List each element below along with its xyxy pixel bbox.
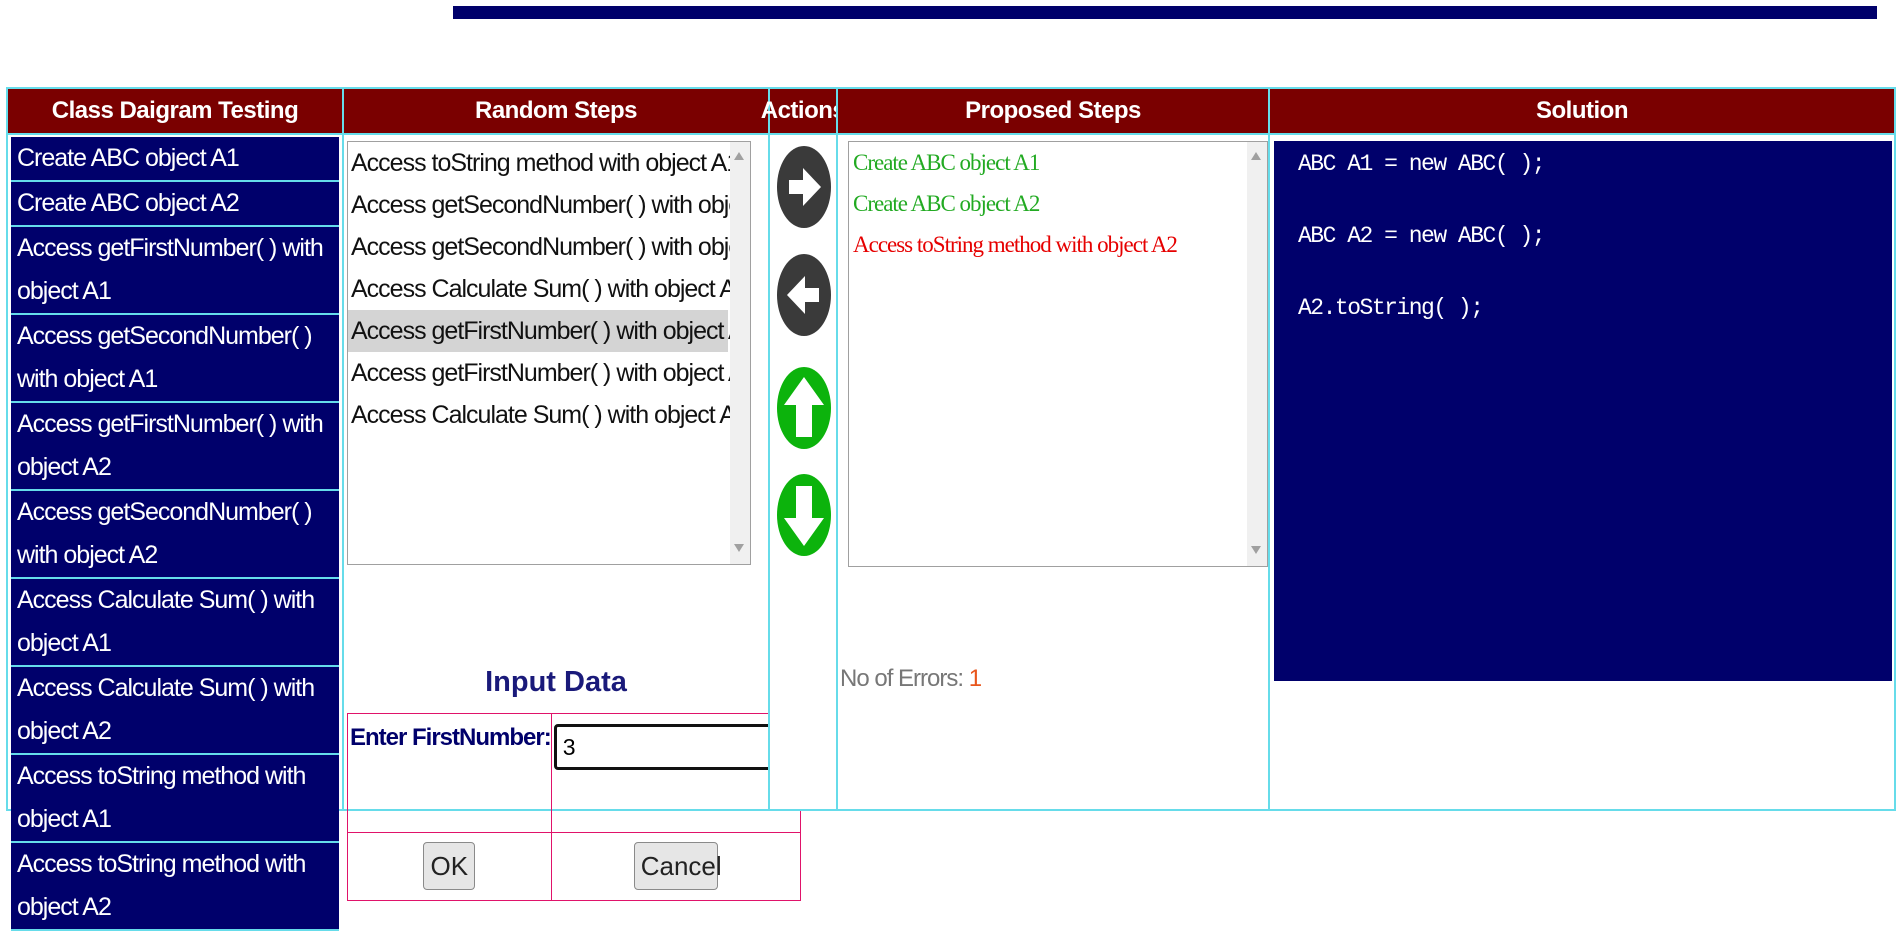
class-item[interactable]: Access getFirstNumber( ) with object A1 — [11, 227, 339, 315]
error-count-value: 1 — [968, 665, 982, 692]
input-data-table: Enter FirstNumber: OK Cancel — [347, 713, 801, 902]
random-steps-listbox[interactable]: Access toString method with object A1 Ac… — [347, 141, 751, 565]
random-steps-panel: Random Steps Access toString method with… — [342, 87, 801, 902]
actions-header: Actions — [761, 89, 846, 135]
scroll-up-icon[interactable] — [734, 152, 744, 160]
scroll-up-icon[interactable] — [1251, 152, 1261, 160]
class-item[interactable]: Access getFirstNumber( ) with object A2 — [11, 403, 339, 491]
class-item[interactable]: Access toString method with object A2 — [11, 843, 339, 931]
random-step-item[interactable]: Access getFirstNumber( ) with object A2 — [348, 352, 750, 394]
up-arrow-icon[interactable] — [775, 365, 833, 451]
proposed-step-item[interactable]: Create ABC object A2 — [849, 183, 1267, 224]
class-item[interactable]: Access Calculate Sum( ) with object A2 — [11, 667, 339, 755]
random-step-item[interactable]: Access getSecondNumber( ) with object A1 — [348, 184, 750, 226]
cancel-button[interactable]: Cancel — [633, 842, 722, 891]
proposed-steps-listbox[interactable]: Create ABC object A1 Create ABC object A… — [848, 141, 1268, 567]
top-banner-bar — [453, 6, 1877, 19]
right-arrow-icon[interactable] — [775, 144, 833, 230]
random-steps-scrollbar[interactable] — [730, 142, 750, 564]
first-number-input[interactable] — [553, 724, 800, 770]
class-item[interactable]: Access getSecondNumber( ) with object A2 — [11, 491, 339, 579]
random-step-item[interactable]: Access toString method with object A1 — [348, 142, 740, 184]
proposed-steps-scrollbar[interactable] — [1247, 142, 1267, 566]
ok-button[interactable]: OK — [423, 842, 476, 891]
class-diagram-header: Class Daigram Testing — [8, 89, 342, 135]
proposed-step-item-error[interactable]: Access toString method with object A2 — [849, 224, 1267, 265]
class-item[interactable]: Create ABC object A2 — [11, 182, 339, 227]
random-step-item-selected[interactable]: Access getFirstNumber( ) with object A1 — [348, 310, 750, 352]
error-count-label: No of Errors: — [840, 665, 964, 692]
input-data-title: Input Data — [485, 666, 627, 698]
first-number-label: Enter FirstNumber: — [347, 713, 552, 833]
proposed-steps-panel: Proposed Steps Create ABC object A1 Crea… — [836, 87, 1270, 811]
random-step-item[interactable]: Access Calculate Sum( ) with object A1 — [348, 268, 749, 310]
random-step-item[interactable]: Access getSecondNumber( ) with object A2 — [348, 226, 750, 268]
class-item[interactable]: Access Calculate Sum( ) with object A1 — [11, 579, 339, 667]
class-diagram-panel: Class Daigram Testing Create ABC object … — [6, 87, 344, 931]
class-item[interactable]: Access toString method with object A1 — [11, 755, 339, 843]
down-arrow-icon[interactable] — [775, 472, 833, 558]
solution-header: Solution — [1270, 89, 1894, 135]
proposed-step-item[interactable]: Create ABC object A1 — [849, 142, 1267, 183]
error-count-text: No of Errors: 1 — [840, 665, 982, 693]
class-items-list: Create ABC object A1 Create ABC object A… — [8, 135, 342, 933]
solution-code-block: ABC A1 = new ABC( ); ABC A2 = new ABC( )… — [1274, 141, 1892, 681]
code-line: ABC A2 = new ABC( ); — [1298, 223, 1546, 249]
scroll-down-icon[interactable] — [1251, 546, 1261, 554]
code-line: A2.toString( ); — [1298, 295, 1484, 321]
random-step-item[interactable]: Access Calculate Sum( ) with object A2 — [348, 394, 749, 436]
random-steps-header: Random Steps — [344, 89, 768, 135]
proposed-steps-header: Proposed Steps — [838, 89, 1268, 135]
scroll-down-icon[interactable] — [734, 544, 744, 552]
solution-panel: Solution ABC A1 = new ABC( ); ABC A2 = n… — [1268, 87, 1896, 811]
class-item[interactable]: Access getSecondNumber( ) with object A1 — [11, 315, 339, 403]
code-line: ABC A1 = new ABC( ); — [1298, 151, 1546, 177]
left-arrow-icon[interactable] — [775, 252, 833, 338]
class-item[interactable]: Create ABC object A1 — [11, 137, 339, 182]
actions-panel: Actions — [761, 87, 846, 811]
